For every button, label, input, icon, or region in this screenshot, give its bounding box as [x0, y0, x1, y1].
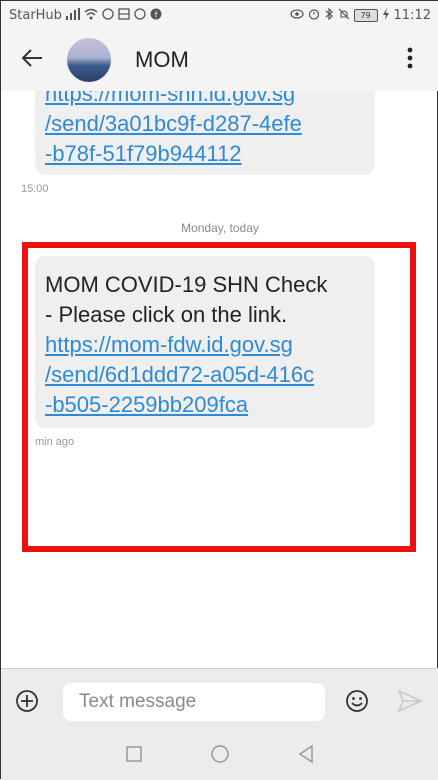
triangle-back-icon	[297, 744, 315, 768]
previous-message-link-line[interactable]: -b78f-51f79b944112	[45, 139, 367, 169]
latest-message-timestamp: min ago	[35, 436, 75, 448]
send-icon	[397, 689, 423, 717]
carrier-label: StarHub	[9, 7, 62, 23]
circle-app-icon	[134, 7, 146, 23]
contact-avatar[interactable]	[67, 38, 111, 82]
conversation-header: MOM	[1, 29, 438, 91]
gallery-icon	[118, 7, 130, 23]
message-text-line: - Please click on the link.	[45, 302, 288, 327]
recents-button[interactable]	[91, 736, 177, 776]
alarm-icon	[308, 8, 320, 23]
home-button[interactable]	[177, 736, 263, 776]
message-link-line[interactable]: -b505-2259bb209fca	[45, 390, 367, 420]
text-message-placeholder: Text message	[79, 691, 197, 712]
more-vert-icon	[407, 47, 413, 73]
more-options-button[interactable]	[395, 43, 425, 77]
back-button[interactable]	[1, 29, 63, 91]
text-message-input[interactable]: Text message	[63, 683, 325, 721]
signal-icon	[65, 7, 80, 23]
whatsapp-icon	[102, 7, 114, 23]
svg-text:f: f	[155, 10, 158, 19]
message-text-line: MOM COVID-19 SHN Check	[45, 272, 328, 297]
wifi-icon	[84, 8, 98, 23]
smiley-icon	[343, 690, 371, 719]
previous-message-timestamp: 15:00	[21, 183, 49, 195]
bluetooth-icon	[324, 7, 334, 23]
status-left: StarHub f	[9, 7, 162, 23]
status-right: 79 11:12	[289, 7, 431, 23]
latest-message-bubble[interactable]: MOM COVID-19 SHN Check - Please click on…	[35, 256, 375, 428]
status-bar: StarHub f 79 11:12	[1, 1, 438, 29]
message-list[interactable]: https://mom-shn.id.gov.sg /send/3a01bc9f…	[1, 91, 438, 668]
battery-indicator: 79	[353, 8, 378, 22]
message-link-line[interactable]: https://mom-fdw.id.gov.sg	[45, 330, 367, 360]
contact-name[interactable]: MOM	[135, 47, 189, 73]
previous-message-link-line[interactable]: /send/3a01bc9f-d287-4efe	[45, 109, 367, 139]
message-composer: Text message	[1, 668, 438, 732]
emoji-button[interactable]	[343, 687, 371, 715]
date-separator: Monday, today	[181, 221, 259, 235]
back-nav-button[interactable]	[263, 736, 349, 776]
back-arrow-icon	[21, 49, 43, 71]
send-button[interactable]	[397, 689, 423, 713]
charging-icon	[382, 7, 390, 23]
add-circle-icon	[13, 690, 41, 719]
add-attachment-button[interactable]	[13, 687, 41, 715]
mute-icon	[338, 8, 350, 23]
circle-icon	[210, 744, 230, 768]
system-navigation-bar	[1, 732, 438, 780]
facebook-icon: f	[150, 8, 162, 23]
previous-message-link-line[interactable]: https://mom-shn.id.gov.sg	[45, 91, 367, 109]
message-link-line[interactable]: /send/6d1ddd72-a05d-416c	[45, 360, 367, 390]
square-icon	[125, 745, 143, 767]
previous-message-bubble[interactable]: https://mom-shn.id.gov.sg /send/3a01bc9f…	[35, 91, 375, 175]
clock: 11:12	[393, 7, 431, 23]
eye-comfort-icon	[289, 8, 304, 23]
